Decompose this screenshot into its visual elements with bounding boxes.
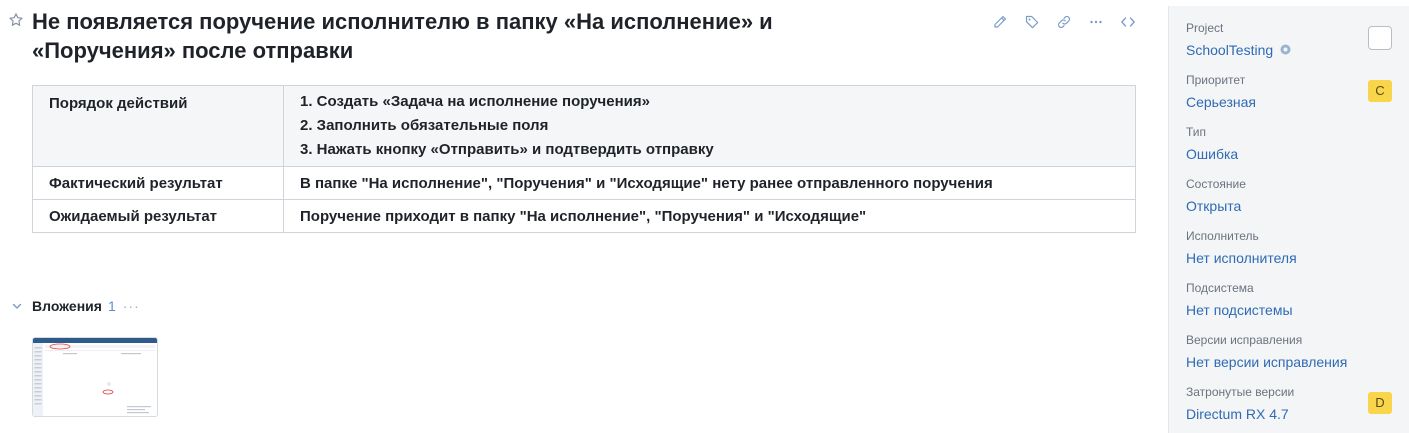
field-label: Тип bbox=[1186, 125, 1207, 139]
field-project: Project SchoolTesting bbox=[1186, 21, 1292, 59]
step-line: 2. Заполнить обязательные поля bbox=[300, 117, 549, 134]
field-state: Состояние Открыта bbox=[1186, 177, 1246, 215]
tag-icon[interactable] bbox=[1022, 12, 1042, 32]
issue-main: Не появляется поручение исполнителю в па… bbox=[0, 0, 1150, 433]
star-icon[interactable] bbox=[8, 12, 24, 28]
gear-icon[interactable] bbox=[1279, 42, 1292, 55]
table-row: Порядок действий 1. Создать «Задача на и… bbox=[32, 85, 1136, 167]
field-value-state[interactable]: Открыта bbox=[1186, 197, 1246, 215]
link-icon[interactable] bbox=[1054, 12, 1074, 32]
field-fix-versions: Версии исправления Нет версии исправлени… bbox=[1186, 333, 1347, 371]
row-label: Порядок действий bbox=[32, 85, 284, 167]
step-line: 3. Нажать кнопку «Отправить» и подтверди… bbox=[300, 141, 714, 158]
row-label: Фактический результат bbox=[32, 166, 284, 200]
field-label: Приоритет bbox=[1186, 73, 1246, 87]
screenshot-thumbnail-image bbox=[33, 338, 157, 416]
attachments-count: 1 bbox=[107, 298, 116, 314]
step-line: 1. Создать «Задача на исполнение поручен… bbox=[300, 93, 650, 110]
more-icon[interactable] bbox=[1086, 12, 1106, 32]
issue-title-line2: «Поручения» после отправки bbox=[32, 38, 354, 63]
pencil-icon[interactable] bbox=[990, 12, 1010, 32]
field-value-fix-versions[interactable]: Нет версии исправления bbox=[1186, 353, 1347, 371]
attachments-more-button[interactable]: ··· bbox=[123, 298, 140, 314]
field-subsystem: Подсистема Нет подсистемы bbox=[1186, 281, 1293, 319]
field-label: Версии исправления bbox=[1186, 333, 1303, 347]
field-value-priority[interactable]: Серьезная bbox=[1186, 93, 1256, 111]
field-label: Исполнитель bbox=[1186, 229, 1259, 243]
field-label: Подсистема bbox=[1186, 281, 1254, 295]
project-link[interactable]: SchoolTesting bbox=[1186, 42, 1273, 58]
chevron-down-icon[interactable] bbox=[10, 299, 24, 313]
issue-toolbar bbox=[990, 12, 1138, 32]
issue-details-table: Порядок действий 1. Создать «Задача на и… bbox=[32, 85, 1136, 233]
attachments-title: Вложения bbox=[32, 298, 102, 314]
field-value-affected-versions[interactable]: Directum RX 4.7 bbox=[1186, 405, 1294, 423]
row-value: В папке "На исполнение", "Поручения" и "… bbox=[283, 166, 1136, 200]
row-value: 1. Создать «Задача на исполнение поручен… bbox=[283, 85, 1136, 167]
affected-version-badge: D bbox=[1368, 392, 1392, 414]
project-checkbox[interactable] bbox=[1368, 26, 1392, 50]
field-label: Состояние bbox=[1186, 177, 1246, 191]
row-label: Ожидаемый результат bbox=[32, 199, 284, 233]
priority-badge: C bbox=[1368, 80, 1392, 102]
table-row: Фактический результат В папке "На исполн… bbox=[32, 166, 1136, 200]
field-value-subsystem[interactable]: Нет подсистемы bbox=[1186, 301, 1293, 319]
attachments-header[interactable]: Вложения 1 ··· bbox=[10, 298, 140, 314]
field-label: Затронутые версии bbox=[1186, 385, 1295, 399]
field-affected-versions: Затронутые версии Directum RX 4.7 bbox=[1186, 385, 1294, 423]
field-value-assignee[interactable]: Нет исполнителя bbox=[1186, 249, 1297, 267]
field-priority: Приоритет Серьезная bbox=[1186, 73, 1256, 111]
attachment-thumbnail[interactable] bbox=[32, 337, 158, 417]
code-icon[interactable] bbox=[1118, 12, 1138, 32]
row-value: Поручение приходит в папку "На исполнени… bbox=[283, 199, 1136, 233]
issue-title-line1: Не появляется поручение исполнителю в па… bbox=[32, 9, 773, 34]
issue-sidebar: Project SchoolTesting Приоритет Серьезна… bbox=[1168, 6, 1409, 433]
table-row: Ожидаемый результат Поручение приходит в… bbox=[32, 199, 1136, 233]
field-value-project[interactable]: SchoolTesting bbox=[1186, 41, 1292, 59]
field-assignee: Исполнитель Нет исполнителя bbox=[1186, 229, 1297, 267]
issue-title: Не появляется поручение исполнителю в па… bbox=[32, 7, 932, 65]
field-value-type[interactable]: Ошибка bbox=[1186, 145, 1238, 163]
field-label: Project bbox=[1186, 21, 1224, 35]
field-type: Тип Ошибка bbox=[1186, 125, 1238, 163]
